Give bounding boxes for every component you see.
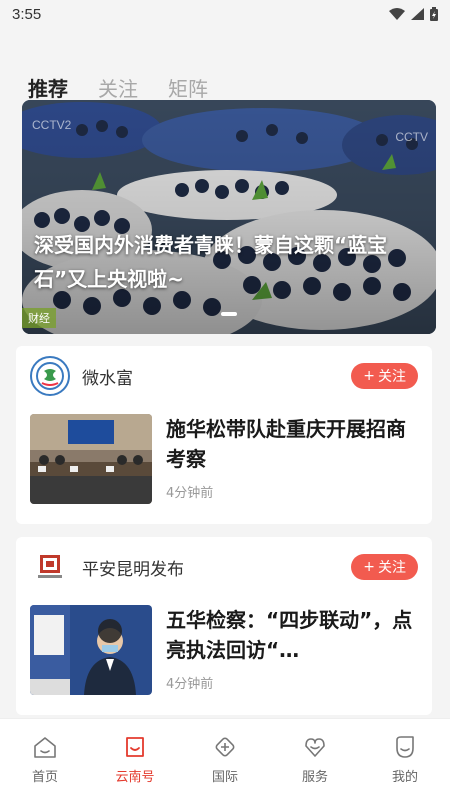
follow-label: 关注 (378, 369, 406, 385)
follow-label: 关注 (378, 560, 406, 576)
police-logo-icon (38, 555, 62, 578)
top-tabs: 推荐 关注 矩阵 (0, 28, 450, 108)
news-title[interactable]: 五华检察：“四步联动”，点亮执法回访“… (166, 605, 418, 665)
service-icon (305, 738, 325, 757)
banner-carousel[interactable]: CCTV2 CCTV 深受国内外消费者青睐！蒙自这颗“蓝宝石”又上央视啦~ 财经 (22, 100, 436, 334)
news-item[interactable]: 五华检察：“四步联动”，点亮执法回访“… 4分钟前 (16, 605, 432, 695)
banner-title: 深受国内外消费者青睐！蒙自这颗“蓝宝石”又上央视啦~ (34, 233, 388, 291)
carousel-dot-active (221, 312, 237, 316)
status-time: 3:55 (12, 5, 42, 23)
bottom-nav: 首页 云南号 国际 服务 我的 (0, 718, 450, 800)
nav-home[interactable]: 首页 (10, 734, 80, 785)
news-body: 施华松带队赴重庆开展招商考察 4分钟前 (166, 414, 418, 504)
source-logo-icon (36, 362, 64, 390)
nav-service[interactable]: 服务 (280, 734, 350, 785)
news-thumbnail (30, 414, 152, 504)
battery-icon (430, 7, 438, 21)
profile-icon (396, 736, 414, 758)
card-header: 平安昆明发布 + 关注 (16, 537, 432, 597)
signal-icon (411, 8, 424, 20)
news-title[interactable]: 施华松带队赴重庆开展招商考察 (166, 414, 418, 474)
news-item[interactable]: 施华松带队赴重庆开展招商考察 4分钟前 (16, 414, 432, 504)
nav-label: 云南号 (115, 770, 155, 785)
source-name[interactable]: 微水富 (82, 364, 351, 389)
wifi-icon (389, 8, 405, 20)
globe-icon (215, 737, 235, 757)
source-name[interactable]: 平安昆明发布 (82, 555, 351, 580)
nav-label: 服务 (301, 770, 328, 785)
nav-label: 首页 (31, 770, 58, 785)
follow-button[interactable]: + 关注 (351, 554, 418, 580)
plus-icon: + (363, 559, 375, 575)
card-header: 微水富 + 关注 (16, 346, 432, 406)
feed-card[interactable]: 微水富 + 关注 施华松带队赴重庆开展招商考察 4分钟前 (16, 346, 432, 524)
news-thumbnail (30, 605, 152, 695)
cctv2-logo: CCTV2 (32, 118, 72, 132)
nav-label: 我的 (391, 770, 418, 785)
banner-tag: 财经 (22, 308, 56, 328)
news-body: 五华检察：“四步联动”，点亮执法回访“… 4分钟前 (166, 605, 418, 695)
yunnan-icon (126, 737, 144, 757)
banner-shade (22, 100, 436, 334)
news-time: 4分钟前 (166, 486, 214, 501)
source-avatar[interactable] (30, 547, 70, 587)
nav-label: 国际 (211, 770, 238, 785)
cctv-logo: CCTV (395, 130, 428, 144)
feed-card[interactable]: 平安昆明发布 + 关注 五华检察：“四步联动”，点亮执法回访“… 4分钟前 (16, 537, 432, 715)
status-icons (389, 7, 438, 21)
plus-icon: + (363, 368, 375, 384)
nav-yunnan[interactable]: 云南号 (100, 734, 170, 785)
news-time: 4分钟前 (166, 677, 214, 692)
follow-button[interactable]: + 关注 (351, 363, 418, 389)
prosecutor-photo (30, 605, 152, 695)
carousel-indicator (221, 312, 237, 316)
home-icon (34, 737, 56, 758)
source-avatar[interactable] (30, 356, 70, 396)
meeting-photo (30, 414, 152, 504)
nav-profile[interactable]: 我的 (370, 734, 440, 785)
status-bar: 3:55 (0, 0, 450, 28)
nav-international[interactable]: 国际 (190, 734, 260, 785)
